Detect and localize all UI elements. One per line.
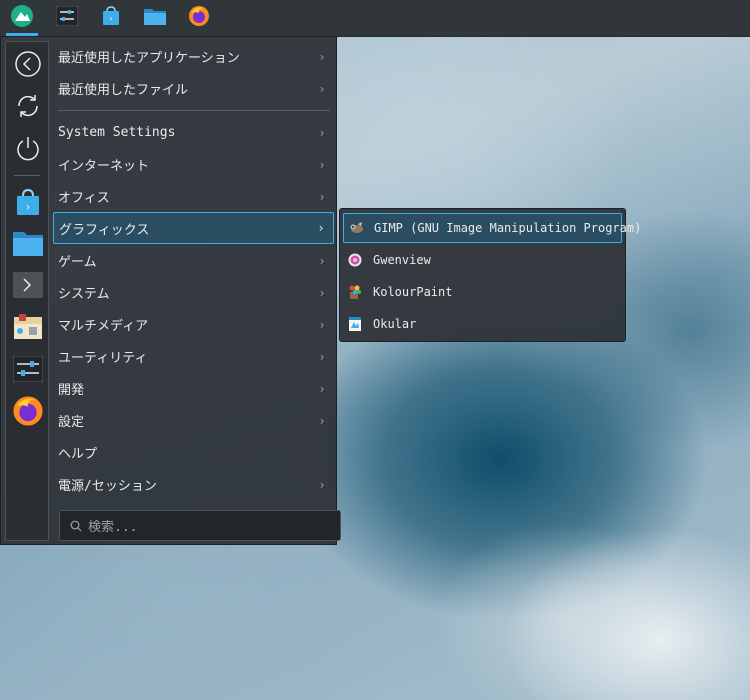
dolphin-files-icon — [144, 7, 166, 29]
menu-item-label: 電源/セッション — [58, 479, 157, 494]
menu-item-label: ユーティリティ — [58, 351, 148, 366]
menu-item-label: 設定 — [58, 415, 85, 430]
firefox-icon — [12, 395, 44, 431]
graphics-submenu: GIMP (GNU Image Manipulation Program) Gw… — [339, 208, 641, 342]
discover-store-icon: › — [15, 188, 41, 220]
sidebar-discover[interactable]: › — [11, 187, 45, 221]
chevron-right-icon: › — [318, 81, 326, 96]
chevron-right-icon: › — [318, 381, 326, 396]
submenu-item-gwenview[interactable]: Gwenview — [343, 245, 622, 275]
refresh-button[interactable] — [11, 91, 45, 125]
search-field[interactable]: 検索... — [59, 510, 341, 541]
taskbar: › — [0, 0, 750, 37]
chevron-right-icon: › — [318, 285, 326, 300]
sidebar-archiver[interactable] — [11, 312, 45, 346]
power-icon — [14, 134, 42, 166]
submenu-item-kolourpaint[interactable]: KolourPaint — [343, 277, 622, 307]
files-folder-icon — [13, 230, 43, 260]
menu-item-recent-files[interactable]: 最近使用したファイル › — [53, 73, 334, 104]
taskbar-system-settings[interactable] — [51, 4, 83, 32]
menu-item-utilities[interactable]: ユーティリティ › — [53, 341, 334, 372]
taskbar-discover[interactable]: › — [95, 4, 127, 32]
discover-store-icon: › — [101, 6, 121, 30]
submenu-item-gimp[interactable]: GIMP (GNU Image Manipulation Program) — [343, 213, 641, 243]
menu-item-label: 最近使用したファイル — [58, 83, 189, 98]
svg-text:›: › — [26, 202, 30, 213]
menu-item-system[interactable]: システム › — [53, 277, 334, 308]
sidebar-firefox[interactable] — [11, 396, 45, 430]
menu-item-label: オフィス — [58, 191, 110, 206]
menu-item-label: System Settings — [58, 125, 176, 140]
submenu-item-label: KolourPaint — [373, 285, 453, 299]
menu-item-graphics[interactable]: グラフィックス › — [53, 212, 334, 244]
search-icon — [70, 520, 82, 532]
chevron-right-icon: › — [318, 477, 326, 492]
chevron-right-icon: › — [318, 253, 326, 268]
menu-item-label: インターネット — [58, 159, 150, 174]
menu-item-games[interactable]: ゲーム › — [53, 245, 334, 276]
taskbar-firefox[interactable] — [183, 4, 215, 32]
chevron-right-icon: › — [318, 157, 326, 172]
menu-item-power-session[interactable]: 電源/セッション › — [53, 469, 334, 500]
submenu-item-okular[interactable]: Okular — [343, 309, 622, 339]
menu-item-label: システム — [58, 287, 110, 302]
menu-item-multimedia[interactable]: マルチメディア › — [53, 309, 334, 340]
chevron-right-icon: › — [318, 49, 326, 64]
menu-item-label: 最近使用したアプリケーション — [58, 51, 240, 66]
sidebar-files[interactable] — [11, 228, 45, 262]
chevron-right-icon: › — [318, 189, 326, 204]
menu-item-label: ゲーム — [58, 255, 97, 270]
chevron-right-icon: › — [318, 349, 326, 364]
menu-item-office[interactable]: オフィス › — [53, 181, 334, 212]
kolourpaint-icon — [347, 284, 363, 300]
search-placeholder: 検索... — [88, 520, 138, 535]
menu-item-recent-apps[interactable]: 最近使用したアプリケーション › — [53, 41, 334, 72]
refresh-icon — [14, 92, 42, 124]
back-button[interactable] — [11, 49, 45, 83]
menu-item-development[interactable]: 開発 › — [53, 373, 334, 404]
submenu-item-label: Gwenview — [373, 253, 431, 267]
application-launcher-button[interactable] — [6, 4, 38, 36]
archive-icon — [13, 313, 43, 345]
menu-item-label: マルチメディア — [58, 319, 149, 334]
sidebar-separator — [14, 175, 40, 176]
back-icon — [14, 50, 42, 82]
settings-sliders-icon — [12, 355, 44, 386]
menu-separator — [58, 110, 330, 111]
chevron-right-icon: › — [318, 413, 326, 428]
menu-sidebar: › — [5, 41, 49, 541]
menu-item-settings[interactable]: 設定 › — [53, 405, 334, 436]
menu-item-label: 開発 — [58, 383, 85, 398]
power-button[interactable] — [11, 133, 45, 167]
chevron-right-icon: › — [318, 125, 326, 140]
submenu-item-label: GIMP (GNU Image Manipulation Program) — [374, 221, 642, 235]
menu-item-internet[interactable]: インターネット › — [53, 149, 334, 180]
taskbar-dolphin[interactable] — [139, 4, 171, 32]
sidebar-system-settings[interactable] — [11, 354, 45, 388]
sidebar-terminal[interactable] — [11, 270, 45, 304]
svg-text:›: › — [109, 14, 112, 23]
chevron-right-icon: › — [318, 317, 326, 332]
menu-item-help[interactable]: ヘルプ — [53, 437, 334, 468]
firefox-icon — [188, 5, 210, 31]
system-settings-icon — [55, 5, 79, 30]
gimp-icon — [348, 220, 364, 236]
submenu-item-label: Okular — [373, 317, 417, 331]
terminal-icon — [13, 272, 43, 302]
menu-item-label: ヘルプ — [58, 447, 98, 462]
menu-item-label: グラフィックス — [59, 222, 150, 238]
okular-icon — [347, 316, 363, 332]
gwenview-icon — [347, 252, 363, 268]
menu-item-system-settings[interactable]: System Settings › — [53, 117, 334, 148]
application-menu: › 最近使用したアプリケーション › 最近使用したファイル › System S… — [0, 36, 341, 545]
chevron-right-icon: › — [317, 221, 325, 235]
kde-menu-icon — [10, 4, 34, 32]
